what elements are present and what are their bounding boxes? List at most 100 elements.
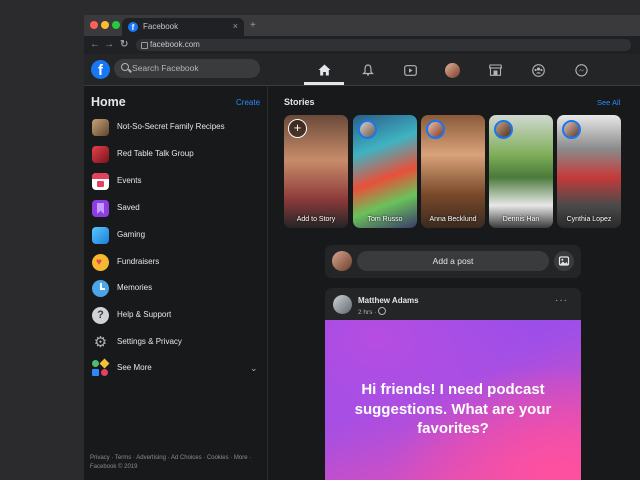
sidebar-item-help-support[interactable]: ? Help & Support (90, 305, 260, 327)
forward-arrow-icon[interactable]: → (104, 39, 114, 50)
sidebar-footer: Privacy · Terms · Advertising · Ad Choic… (90, 455, 252, 470)
shapes-icon (92, 358, 110, 377)
facebook-logo[interactable]: f (91, 60, 110, 79)
facebook-top-bar: f Search Facebook (84, 54, 640, 86)
bookmark-icon (92, 200, 109, 217)
search-input[interactable]: Search Facebook (114, 59, 260, 78)
new-tab-button[interactable]: + (250, 20, 256, 31)
photo-icon (558, 256, 570, 266)
story-name: Dennis Han (502, 216, 540, 223)
facebook-favicon-icon: f (128, 22, 138, 32)
story-name: Cynthia Lopez (566, 216, 612, 223)
story-card[interactable]: Anna Becklund (421, 115, 485, 228)
sidebar-item-events[interactable]: Events (90, 171, 260, 193)
tab-title: Facebook (143, 22, 179, 31)
nav-watch-tab[interactable] (390, 59, 430, 81)
story-card[interactable]: Dennis Han (489, 115, 553, 228)
story-card[interactable]: Cynthia Lopez (557, 115, 621, 228)
sidebar-item-label: Saved (117, 203, 140, 212)
maximize-window-button[interactable] (112, 21, 120, 29)
sidebar-item-memories[interactable]: Memories (90, 278, 260, 300)
group-photo-icon (92, 119, 109, 136)
active-tab-indicator (304, 82, 344, 85)
story-card[interactable]: Tom Russo (353, 115, 417, 228)
sidebar-item-gaming[interactable]: Gaming (90, 225, 260, 247)
post-time-text: 2 hrs · (358, 309, 379, 316)
story-card-add[interactable]: + Add to Story (284, 115, 348, 228)
post-text: Hi friends! I need podcast suggestions. … (354, 381, 552, 437)
story-name: Add to Story (296, 216, 336, 223)
heart-icon: ♥ (92, 254, 109, 271)
sidebar-item-label: Gaming (117, 230, 146, 239)
sidebar-divider (267, 86, 268, 480)
sidebar-item-label: Not-So-Secret Family Recipes (117, 122, 225, 131)
url-field[interactable]: facebook.com (136, 39, 631, 51)
sidebar-item-fundraisers[interactable]: ♥ Fundraisers (90, 252, 260, 274)
browser-titlebar: f Facebook × + (84, 15, 640, 36)
post-timestamp: 2 hrs · (358, 307, 387, 316)
close-window-button[interactable] (90, 21, 98, 29)
story-avatar (562, 120, 581, 139)
nav-notifications-tab[interactable] (348, 59, 388, 81)
profile-avatar (444, 62, 460, 78)
photo-button[interactable] (554, 251, 574, 271)
tab-close-button[interactable]: × (233, 21, 238, 31)
calendar-icon (92, 173, 109, 190)
browser-window: f Facebook × + ← → ↻ facebook.com f Sear… (84, 15, 640, 480)
post-menu-button[interactable]: ··· (555, 295, 568, 306)
nav-home-tab[interactable] (304, 59, 344, 81)
marketplace-icon (488, 64, 502, 76)
address-bar-row: ← → ↻ facebook.com (84, 36, 640, 54)
search-icon (121, 63, 129, 71)
sidebar-item-see-more[interactable]: See More ⌄ (90, 358, 260, 380)
watch-icon (403, 64, 417, 76)
add-post-label: Add a post (432, 256, 474, 266)
search-placeholder: Search Facebook (132, 63, 199, 73)
post-composer: Add a post (325, 245, 581, 278)
story-avatar (494, 120, 513, 139)
story-avatar (358, 120, 377, 139)
story-name: Tom Russo (367, 216, 403, 223)
messenger-icon (574, 63, 588, 76)
sidebar-item-saved[interactable]: Saved (90, 198, 260, 220)
group-photo-icon (92, 146, 109, 163)
post-background: Hi friends! I need podcast suggestions. … (325, 320, 581, 480)
see-all-link[interactable]: See All (597, 98, 620, 107)
url-text: facebook.com (150, 40, 200, 49)
feed-post: Matthew Adams 2 hrs · ··· Hi friends! I … (325, 288, 581, 480)
browser-tab[interactable]: f Facebook × (122, 18, 244, 36)
chevron-down-icon: ⌄ (250, 363, 258, 373)
post-author-avatar[interactable] (333, 295, 352, 314)
reload-icon[interactable]: ↻ (120, 39, 128, 50)
lock-icon (141, 42, 148, 49)
nav-marketplace-tab[interactable] (475, 59, 515, 81)
minimize-window-button[interactable] (101, 21, 109, 29)
bell-icon (362, 64, 374, 76)
sidebar-item-family-recipes[interactable]: Not-So-Secret Family Recipes (90, 117, 260, 139)
gaming-icon (92, 227, 109, 244)
story-name: Anna Becklund (429, 216, 477, 223)
globe-icon (378, 307, 387, 315)
nav-groups-tab[interactable] (518, 59, 558, 81)
post-author[interactable]: Matthew Adams (358, 296, 419, 305)
create-link[interactable]: Create (236, 98, 260, 107)
sidebar-item-label: Memories (117, 283, 153, 292)
story-avatar (426, 120, 445, 139)
back-arrow-icon[interactable]: ← (90, 39, 100, 50)
sidebar-item-label: Events (117, 176, 142, 185)
home-icon (318, 64, 330, 76)
plus-icon: + (288, 119, 307, 138)
sidebar-item-settings-privacy[interactable]: ⚙ Settings & Privacy (90, 332, 260, 354)
clock-icon (92, 280, 109, 297)
sidebar-item-label: See More (117, 363, 152, 372)
sidebar-item-label: Settings & Privacy (117, 337, 182, 346)
add-post-button[interactable]: Add a post (357, 251, 549, 271)
sidebar-item-label: Red Table Talk Group (117, 149, 194, 158)
sidebar-item-label: Help & Support (117, 310, 172, 319)
gear-icon: ⚙ (93, 334, 108, 351)
sidebar-title: Home (91, 95, 126, 109)
sidebar-item-red-table-talk[interactable]: Red Table Talk Group (90, 144, 260, 166)
nav-profile-tab[interactable] (432, 59, 472, 81)
nav-messenger-tab[interactable] (561, 59, 601, 81)
sidebar-item-label: Fundraisers (117, 257, 160, 266)
